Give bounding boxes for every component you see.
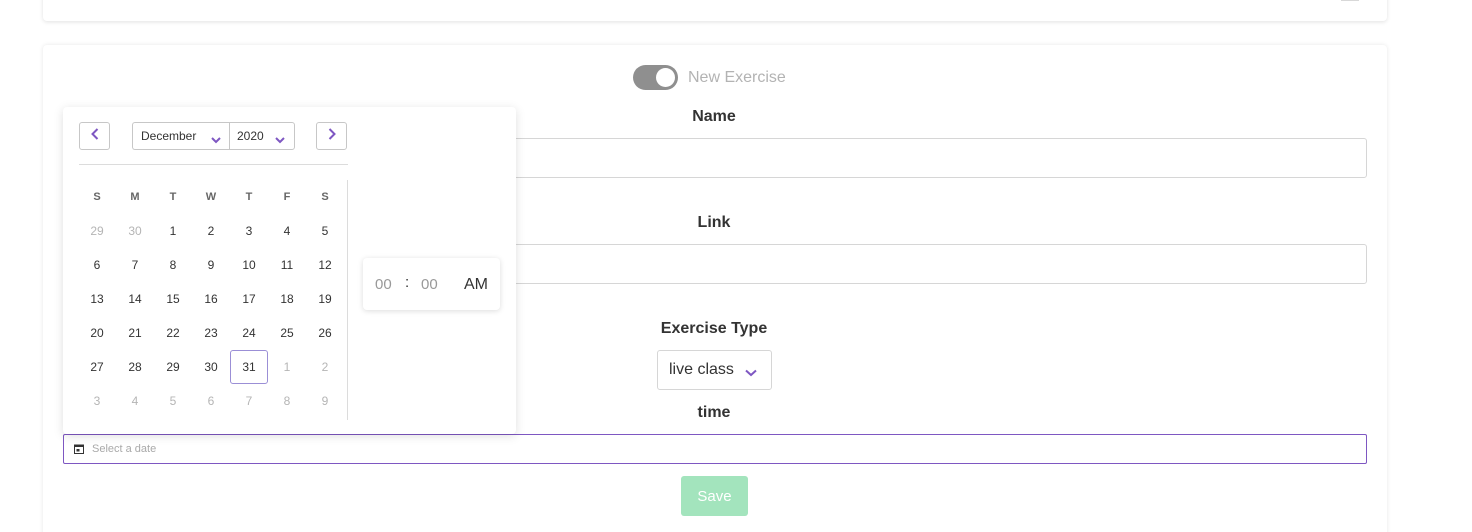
calendar-day[interactable]: 24 — [230, 316, 268, 350]
year-select[interactable]: 2020 — [229, 122, 295, 150]
calendar-day[interactable]: 5 — [154, 384, 192, 418]
calendar-day[interactable]: 18 — [268, 282, 306, 316]
calendar-day[interactable]: 16 — [192, 282, 230, 316]
hour-field[interactable]: 00 — [375, 276, 392, 293]
weekday-header: T — [169, 191, 177, 203]
toggle-knob — [656, 68, 675, 87]
calendar-day[interactable]: 7 — [116, 248, 154, 282]
calendar-day[interactable]: 4 — [116, 384, 154, 418]
calendar-day[interactable]: 19 — [306, 282, 344, 316]
previous-card — [43, 0, 1387, 21]
weekday-header: W — [205, 191, 217, 203]
calendar-day[interactable]: 3 — [230, 214, 268, 248]
calendar-day[interactable]: 1 — [268, 350, 306, 384]
weekday-header: F — [283, 191, 291, 203]
new-exercise-toggle-row: New Exercise — [633, 65, 786, 90]
calendar-day[interactable]: 11 — [268, 248, 306, 282]
time-separator: : — [405, 274, 410, 291]
calendar-day[interactable]: 28 — [116, 350, 154, 384]
exercise-type-value: live class — [669, 361, 734, 378]
header-divider — [79, 164, 348, 165]
weekday-header: S — [321, 191, 329, 203]
name-label: Name — [692, 108, 736, 125]
card-corner-divider — [1341, 0, 1359, 1]
chevron-left-icon — [90, 127, 99, 145]
chevron-down-icon — [211, 133, 221, 147]
weekday-header: S — [93, 191, 101, 203]
calendar-day[interactable]: 14 — [116, 282, 154, 316]
calendar-day[interactable]: 20 — [78, 316, 116, 350]
month-value: December — [141, 129, 197, 143]
month-select[interactable]: December — [132, 122, 230, 150]
calendar-day[interactable]: 6 — [192, 384, 230, 418]
calendar-day[interactable]: 25 — [268, 316, 306, 350]
chevron-right-icon — [328, 127, 336, 145]
date-time-input[interactable]: Select a date — [63, 434, 1367, 464]
calendar-day[interactable]: 21 — [116, 316, 154, 350]
calendar-day[interactable]: 17 — [230, 282, 268, 316]
calendar-day[interactable]: 23 — [192, 316, 230, 350]
calendar-day[interactable]: 8 — [268, 384, 306, 418]
calendar-time-divider — [347, 180, 348, 420]
calendar-day[interactable]: 2 — [192, 214, 230, 248]
minute-field[interactable]: 00 — [421, 276, 438, 293]
weekday-header: M — [130, 191, 140, 203]
calendar-day[interactable]: 10 — [230, 248, 268, 282]
time-label: time — [697, 404, 731, 421]
calendar-day[interactable]: 9 — [192, 248, 230, 282]
calendar-day[interactable]: 30 — [116, 214, 154, 248]
calendar-day[interactable]: 12 — [306, 248, 344, 282]
chevron-down-icon — [275, 133, 285, 147]
calendar-icon — [74, 444, 84, 457]
calendar-day[interactable]: 27 — [78, 350, 116, 384]
time-picker: 00 : 00 AM — [363, 258, 500, 310]
exercise-type-label: Exercise Type — [660, 320, 768, 337]
exercise-type-select[interactable]: live class — [657, 350, 772, 390]
link-label: Link — [697, 214, 731, 231]
calendar-day[interactable]: 6 — [78, 248, 116, 282]
new-exercise-label: New Exercise — [688, 68, 786, 86]
am-pm-toggle[interactable]: AM — [464, 276, 488, 294]
previous-month-button[interactable] — [79, 122, 110, 150]
weekday-header: T — [245, 191, 253, 203]
calendar-day[interactable]: 29 — [78, 214, 116, 248]
calendar-day[interactable]: 15 — [154, 282, 192, 316]
year-value: 2020 — [237, 129, 264, 143]
calendar-day-selected[interactable]: 31 — [230, 350, 268, 384]
new-exercise-toggle[interactable] — [633, 65, 678, 90]
save-button[interactable]: Save — [681, 476, 748, 516]
chevron-down-icon — [745, 364, 757, 382]
datepicker-popover: December 2020 S M T W T F S 29 30 1 2 3 4 5 6 7 8 9 10 11 12… — [63, 107, 516, 434]
calendar-day[interactable]: 8 — [154, 248, 192, 282]
calendar-day[interactable]: 26 — [306, 316, 344, 350]
calendar-day[interactable]: 4 — [268, 214, 306, 248]
calendar-day[interactable]: 9 — [306, 384, 344, 418]
calendar-day[interactable]: 29 — [154, 350, 192, 384]
calendar-day[interactable]: 1 — [154, 214, 192, 248]
date-placeholder: Select a date — [92, 443, 157, 455]
calendar-day[interactable]: 22 — [154, 316, 192, 350]
calendar-day[interactable]: 5 — [306, 214, 344, 248]
calendar-day[interactable]: 2 — [306, 350, 344, 384]
calendar-day[interactable]: 30 — [192, 350, 230, 384]
calendar-day[interactable]: 13 — [78, 282, 116, 316]
calendar-day[interactable]: 3 — [78, 384, 116, 418]
next-month-button[interactable] — [316, 122, 347, 150]
calendar-day[interactable]: 7 — [230, 384, 268, 418]
